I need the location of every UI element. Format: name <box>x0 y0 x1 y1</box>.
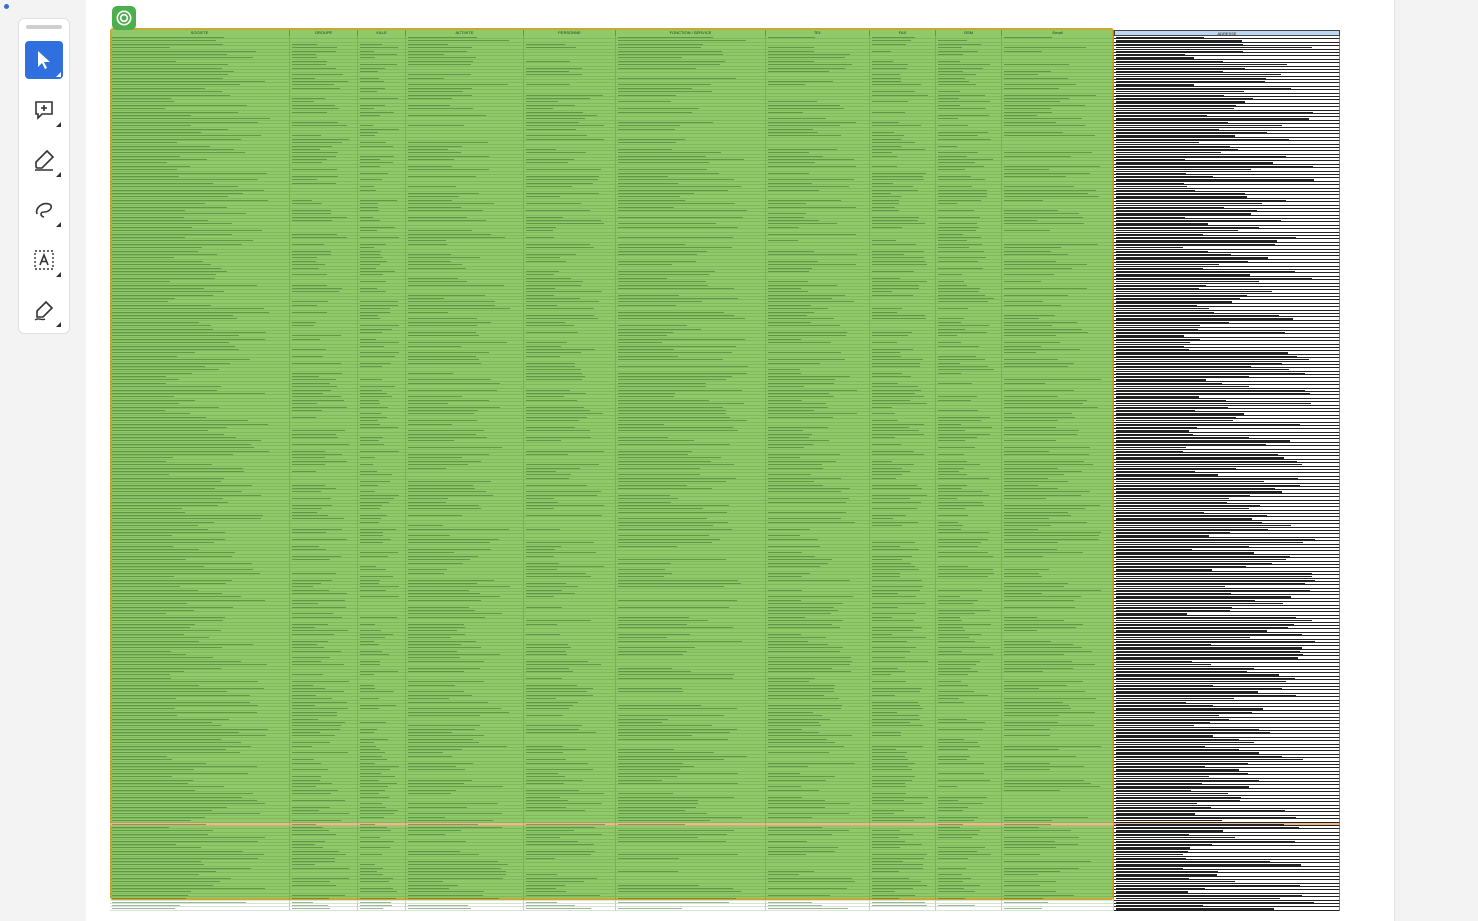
table-body <box>110 36 1340 911</box>
freehand-draw-icon <box>35 202 52 218</box>
table-cell <box>616 907 766 911</box>
spreadsheet-table: SOCIETE GROUPE VILLE ACTIVITE PERSONNE FONCTI… <box>110 30 1340 911</box>
highlighter-pen-icon <box>35 149 55 171</box>
document-canvas[interactable]: SOCIETE GROUPE VILLE ACTIVITE PERSONNE FONCTI… <box>86 0 1394 921</box>
left-panel <box>0 0 86 921</box>
right-panel <box>1394 0 1478 921</box>
comment-tool-button[interactable] <box>25 91 63 129</box>
toolbar-drag-handle[interactable] <box>26 25 62 29</box>
signature-pen-icon <box>34 300 54 321</box>
chevron-corner-icon <box>56 272 61 277</box>
table-cell <box>358 907 406 911</box>
target-circle-icon <box>116 10 132 26</box>
chevron-corner-icon <box>56 222 61 227</box>
draw-tool-button[interactable] <box>25 191 63 229</box>
table-cell <box>870 907 936 911</box>
chevron-corner-icon <box>56 72 61 77</box>
table-cell <box>936 907 1002 911</box>
chevron-corner-icon <box>56 122 61 127</box>
document-page: SOCIETE GROUPE VILLE ACTIVITE PERSONNE FONCTI… <box>110 6 1340 911</box>
table-cell <box>290 907 358 911</box>
table-cell <box>1002 907 1114 911</box>
status-dot <box>4 4 9 9</box>
select-tool-button[interactable] <box>25 41 63 79</box>
highlight-tool-button[interactable] <box>25 141 63 179</box>
chevron-corner-icon <box>56 322 61 327</box>
text-box-icon <box>34 250 54 270</box>
annotation-toolbar <box>18 18 70 334</box>
selection-badge[interactable] <box>112 6 136 30</box>
table-cell <box>406 907 524 911</box>
text-box-tool-button[interactable] <box>25 241 63 279</box>
comment-plus-icon <box>35 101 53 120</box>
table-cell <box>766 907 870 911</box>
table-cell <box>110 907 290 911</box>
table-cell <box>524 907 616 911</box>
sign-tool-button[interactable] <box>25 291 63 329</box>
table-row <box>110 907 1340 911</box>
chevron-corner-icon <box>56 172 61 177</box>
cursor-arrow-icon <box>38 51 50 69</box>
table-cell <box>1114 907 1340 911</box>
